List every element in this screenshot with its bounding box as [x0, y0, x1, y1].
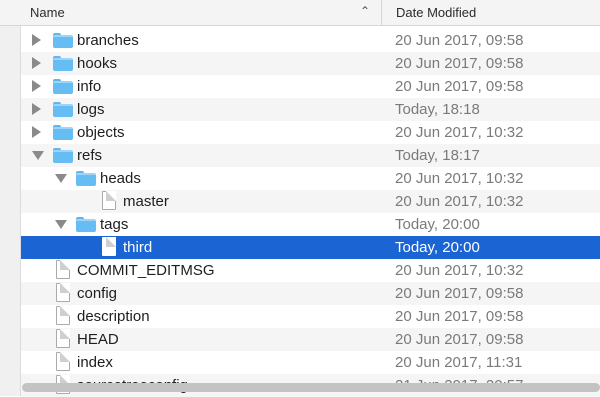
item-name: config — [77, 285, 118, 302]
item-name: third — [123, 239, 153, 256]
item-date-modified: 20 Jun 2017, 10:32 — [395, 170, 524, 187]
folder-icon — [76, 217, 96, 232]
column-divider[interactable] — [381, 0, 382, 25]
left-sidebar-edge — [0, 26, 21, 396]
folder-icon — [76, 171, 96, 186]
column-header: Name ⌃ Date Modified — [0, 0, 600, 26]
item-name: refs — [77, 147, 103, 164]
item-name: COMMIT_EDITMSG — [77, 262, 215, 279]
name-column-header[interactable]: Name — [30, 5, 65, 20]
file-icon — [56, 352, 70, 371]
sort-ascending-icon[interactable]: ⌃ — [360, 4, 370, 18]
disclosure-closed-icon[interactable] — [32, 80, 41, 92]
folder-row[interactable]: tags Today, 20:00 — [21, 213, 600, 236]
disclosure-open-icon[interactable] — [32, 151, 44, 160]
folder-row[interactable]: objects 20 Jun 2017, 10:32 — [21, 121, 600, 144]
item-date-modified: 20 Jun 2017, 10:32 — [395, 124, 524, 141]
file-row[interactable]: index 20 Jun 2017, 11:31 — [21, 351, 600, 374]
folder-row[interactable]: logs Today, 18:18 — [21, 98, 600, 121]
file-icon — [102, 237, 116, 256]
folder-icon — [53, 125, 73, 140]
item-name: heads — [100, 170, 141, 187]
item-name: master — [123, 193, 169, 210]
item-name: hooks — [77, 55, 118, 72]
item-name: objects — [77, 124, 125, 141]
folder-row[interactable]: branches 20 Jun 2017, 09:58 — [21, 29, 600, 52]
folder-icon — [53, 56, 73, 71]
item-name: HEAD — [77, 331, 119, 348]
file-row[interactable]: HEAD 20 Jun 2017, 09:58 — [21, 328, 600, 351]
folder-row[interactable]: refs Today, 18:17 — [21, 144, 600, 167]
file-icon — [56, 283, 70, 302]
folder-icon — [53, 79, 73, 94]
item-name: index — [77, 354, 113, 371]
item-date-modified: 20 Jun 2017, 09:58 — [395, 331, 524, 348]
item-name: info — [77, 78, 102, 95]
file-row[interactable]: config 20 Jun 2017, 09:58 — [21, 282, 600, 305]
item-date-modified: Today, 18:18 — [395, 101, 480, 118]
item-date-modified: 20 Jun 2017, 09:58 — [395, 308, 524, 325]
folder-icon — [53, 33, 73, 48]
item-date-modified: 20 Jun 2017, 09:58 — [395, 285, 524, 302]
folder-row[interactable]: info 20 Jun 2017, 09:58 — [21, 75, 600, 98]
file-row[interactable]: master 20 Jun 2017, 10:32 — [21, 190, 600, 213]
item-date-modified: Today, 18:17 — [395, 147, 480, 164]
file-icon — [102, 191, 116, 210]
disclosure-closed-icon[interactable] — [32, 57, 41, 69]
file-icon — [56, 306, 70, 325]
file-row[interactable]: COMMIT_EDITMSG 20 Jun 2017, 10:32 — [21, 259, 600, 282]
file-row[interactable]: third Today, 20:00 — [21, 236, 600, 259]
horizontal-scrollbar[interactable] — [22, 383, 600, 392]
disclosure-open-icon[interactable] — [55, 174, 67, 183]
item-date-modified: 20 Jun 2017, 10:32 — [395, 262, 524, 279]
item-date-modified: 20 Jun 2017, 11:31 — [395, 354, 523, 371]
item-date-modified: 20 Jun 2017, 09:58 — [395, 55, 524, 72]
file-icon — [56, 329, 70, 348]
disclosure-closed-icon[interactable] — [32, 34, 41, 46]
date-modified-column-header[interactable]: Date Modified — [396, 5, 476, 20]
disclosure-open-icon[interactable] — [55, 220, 67, 229]
file-row[interactable]: description 20 Jun 2017, 09:58 — [21, 305, 600, 328]
item-name: tags — [100, 216, 129, 233]
folder-icon — [53, 148, 73, 163]
folder-row[interactable]: hooks 20 Jun 2017, 09:58 — [21, 52, 600, 75]
item-date-modified: Today, 20:00 — [395, 239, 480, 256]
disclosure-closed-icon[interactable] — [32, 126, 41, 138]
item-date-modified: 20 Jun 2017, 10:32 — [395, 193, 524, 210]
item-name: branches — [77, 32, 139, 49]
item-name: logs — [77, 101, 105, 118]
item-name: description — [77, 308, 150, 325]
folder-icon — [53, 102, 73, 117]
disclosure-closed-icon[interactable] — [32, 103, 41, 115]
item-date-modified: Today, 20:00 — [395, 216, 480, 233]
file-icon — [56, 260, 70, 279]
item-date-modified: 20 Jun 2017, 09:58 — [395, 78, 524, 95]
item-date-modified: 20 Jun 2017, 09:58 — [395, 32, 524, 49]
folder-row[interactable]: heads 20 Jun 2017, 10:32 — [21, 167, 600, 190]
